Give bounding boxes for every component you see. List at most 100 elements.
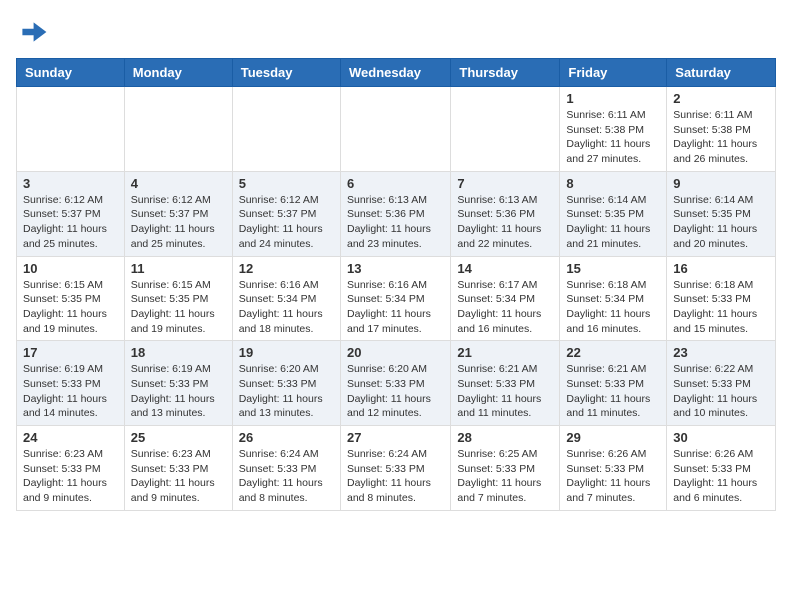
day-number: 14 bbox=[457, 261, 553, 276]
calendar-cell: 17 Sunrise: 6:19 AM Sunset: 5:33 PM Dayli… bbox=[17, 341, 125, 426]
day-info: Sunrise: 6:26 AM Sunset: 5:33 PM Dayligh… bbox=[566, 447, 660, 506]
day-number: 1 bbox=[566, 91, 660, 106]
day-info: Sunrise: 6:19 AM Sunset: 5:33 PM Dayligh… bbox=[131, 362, 226, 421]
day-info: Sunrise: 6:11 AM Sunset: 5:38 PM Dayligh… bbox=[566, 108, 660, 167]
day-number: 28 bbox=[457, 430, 553, 445]
day-info: Sunrise: 6:23 AM Sunset: 5:33 PM Dayligh… bbox=[23, 447, 118, 506]
day-info: Sunrise: 6:26 AM Sunset: 5:33 PM Dayligh… bbox=[673, 447, 769, 506]
calendar-cell: 4 Sunrise: 6:12 AM Sunset: 5:37 PM Daylig… bbox=[124, 171, 232, 256]
calendar-cell bbox=[340, 87, 450, 172]
calendar-header-row: SundayMondayTuesdayWednesdayThursdayFrid… bbox=[17, 59, 776, 87]
day-info: Sunrise: 6:15 AM Sunset: 5:35 PM Dayligh… bbox=[131, 278, 226, 337]
day-number: 3 bbox=[23, 176, 118, 191]
calendar-cell: 19 Sunrise: 6:20 AM Sunset: 5:33 PM Dayli… bbox=[232, 341, 340, 426]
logo bbox=[16, 16, 52, 48]
calendar-week-row: 1 Sunrise: 6:11 AM Sunset: 5:38 PM Daylig… bbox=[17, 87, 776, 172]
calendar-cell: 12 Sunrise: 6:16 AM Sunset: 5:34 PM Dayli… bbox=[232, 256, 340, 341]
day-number: 23 bbox=[673, 345, 769, 360]
day-info: Sunrise: 6:21 AM Sunset: 5:33 PM Dayligh… bbox=[457, 362, 553, 421]
day-info: Sunrise: 6:20 AM Sunset: 5:33 PM Dayligh… bbox=[347, 362, 444, 421]
calendar-cell: 3Sunrise: 6:12 AM Sunset: 5:37 PM Daylig… bbox=[17, 171, 125, 256]
day-info: Sunrise: 6:25 AM Sunset: 5:33 PM Dayligh… bbox=[457, 447, 553, 506]
day-number: 5 bbox=[239, 176, 334, 191]
day-info: Sunrise: 6:18 AM Sunset: 5:33 PM Dayligh… bbox=[673, 278, 769, 337]
calendar-cell: 1 Sunrise: 6:11 AM Sunset: 5:38 PM Daylig… bbox=[560, 87, 667, 172]
day-info: Sunrise: 6:11 AM Sunset: 5:38 PM Dayligh… bbox=[673, 108, 769, 167]
day-info: Sunrise: 6:13 AM Sunset: 5:36 PM Dayligh… bbox=[457, 193, 553, 252]
calendar-cell: 22Sunrise: 6:21 AM Sunset: 5:33 PM Dayli… bbox=[560, 341, 667, 426]
calendar-cell bbox=[451, 87, 560, 172]
calendar-cell: 11 Sunrise: 6:15 AM Sunset: 5:35 PM Dayli… bbox=[124, 256, 232, 341]
day-number: 21 bbox=[457, 345, 553, 360]
calendar-cell bbox=[232, 87, 340, 172]
calendar-cell: 14 Sunrise: 6:17 AM Sunset: 5:34 PM Dayli… bbox=[451, 256, 560, 341]
calendar-cell: 16 Sunrise: 6:18 AM Sunset: 5:33 PM Dayli… bbox=[667, 256, 776, 341]
day-number: 29 bbox=[566, 430, 660, 445]
day-info: Sunrise: 6:24 AM Sunset: 5:33 PM Dayligh… bbox=[239, 447, 334, 506]
day-info: Sunrise: 6:19 AM Sunset: 5:33 PM Dayligh… bbox=[23, 362, 118, 421]
day-number: 22 bbox=[566, 345, 660, 360]
day-number: 11 bbox=[131, 261, 226, 276]
calendar-week-row: 17 Sunrise: 6:19 AM Sunset: 5:33 PM Dayli… bbox=[17, 341, 776, 426]
day-info: Sunrise: 6:24 AM Sunset: 5:33 PM Dayligh… bbox=[347, 447, 444, 506]
day-number: 24 bbox=[23, 430, 118, 445]
calendar-cell: 13 Sunrise: 6:16 AM Sunset: 5:34 PM Dayli… bbox=[340, 256, 450, 341]
day-info: Sunrise: 6:16 AM Sunset: 5:34 PM Dayligh… bbox=[347, 278, 444, 337]
day-number: 2 bbox=[673, 91, 769, 106]
calendar-cell: 7Sunrise: 6:13 AM Sunset: 5:36 PM Daylig… bbox=[451, 171, 560, 256]
day-number: 6 bbox=[347, 176, 444, 191]
day-info: Sunrise: 6:23 AM Sunset: 5:33 PM Dayligh… bbox=[131, 447, 226, 506]
calendar-cell: 28 Sunrise: 6:25 AM Sunset: 5:33 PM Dayli… bbox=[451, 426, 560, 511]
weekday-header: Monday bbox=[124, 59, 232, 87]
weekday-header: Saturday bbox=[667, 59, 776, 87]
day-number: 26 bbox=[239, 430, 334, 445]
day-number: 27 bbox=[347, 430, 444, 445]
calendar-cell: 9Sunrise: 6:14 AM Sunset: 5:35 PM Daylig… bbox=[667, 171, 776, 256]
calendar-cell: 8Sunrise: 6:14 AM Sunset: 5:35 PM Daylig… bbox=[560, 171, 667, 256]
day-number: 17 bbox=[23, 345, 118, 360]
calendar-cell: 20 Sunrise: 6:20 AM Sunset: 5:33 PM Dayli… bbox=[340, 341, 450, 426]
calendar-cell: 2 Sunrise: 6:11 AM Sunset: 5:38 PM Daylig… bbox=[667, 87, 776, 172]
day-info: Sunrise: 6:22 AM Sunset: 5:33 PM Dayligh… bbox=[673, 362, 769, 421]
calendar-week-row: 3 Sunrise: 6:12 AM Sunset: 5:37 PM Daylig… bbox=[17, 171, 776, 256]
calendar-cell: 29 Sunrise: 6:26 AM Sunset: 5:33 PM Dayli… bbox=[560, 426, 667, 511]
day-number: 19 bbox=[239, 345, 334, 360]
weekday-header: Thursday bbox=[451, 59, 560, 87]
day-number: 30 bbox=[673, 430, 769, 445]
weekday-header: Friday bbox=[560, 59, 667, 87]
day-number: 4 bbox=[131, 176, 226, 191]
day-info: Sunrise: 6:17 AM Sunset: 5:34 PM Dayligh… bbox=[457, 278, 553, 337]
day-number: 20 bbox=[347, 345, 444, 360]
day-info: Sunrise: 6:15 AM Sunset: 5:35 PM Dayligh… bbox=[23, 278, 118, 337]
calendar-cell: 5 Sunrise: 6:12 AM Sunset: 5:37 PM Daylig… bbox=[232, 171, 340, 256]
day-number: 9 bbox=[673, 176, 769, 191]
day-number: 8 bbox=[566, 176, 660, 191]
calendar-cell: 6 Sunrise: 6:13 AM Sunset: 5:36 PM Daylig… bbox=[340, 171, 450, 256]
calendar-cell: 10 Sunrise: 6:15 AM Sunset: 5:35 PM Dayli… bbox=[17, 256, 125, 341]
weekday-header: Sunday bbox=[17, 59, 125, 87]
day-info: Sunrise: 6:12 AM Sunset: 5:37 PM Dayligh… bbox=[239, 193, 334, 252]
day-number: 12 bbox=[239, 261, 334, 276]
calendar-week-row: 10 Sunrise: 6:15 AM Sunset: 5:35 PM Dayli… bbox=[17, 256, 776, 341]
weekday-header: Wednesday bbox=[340, 59, 450, 87]
day-info: Sunrise: 6:13 AM Sunset: 5:36 PM Dayligh… bbox=[347, 193, 444, 252]
day-number: 16 bbox=[673, 261, 769, 276]
day-number: 10 bbox=[23, 261, 118, 276]
weekday-header: Tuesday bbox=[232, 59, 340, 87]
calendar-cell: 24 Sunrise: 6:23 AM Sunset: 5:33 PM Dayli… bbox=[17, 426, 125, 511]
day-info: Sunrise: 6:16 AM Sunset: 5:34 PM Dayligh… bbox=[239, 278, 334, 337]
day-number: 18 bbox=[131, 345, 226, 360]
day-info: Sunrise: 6:12 AM Sunset: 5:37 PM Dayligh… bbox=[131, 193, 226, 252]
calendar-cell bbox=[124, 87, 232, 172]
day-info: Sunrise: 6:20 AM Sunset: 5:33 PM Dayligh… bbox=[239, 362, 334, 421]
day-info: Sunrise: 6:18 AM Sunset: 5:34 PM Dayligh… bbox=[566, 278, 660, 337]
calendar-cell: 25Sunrise: 6:23 AM Sunset: 5:33 PM Dayli… bbox=[124, 426, 232, 511]
day-number: 15 bbox=[566, 261, 660, 276]
calendar-cell: 30 Sunrise: 6:26 AM Sunset: 5:33 PM Dayli… bbox=[667, 426, 776, 511]
page-header bbox=[16, 16, 776, 48]
day-number: 13 bbox=[347, 261, 444, 276]
calendar-table: SundayMondayTuesdayWednesdayThursdayFrid… bbox=[16, 58, 776, 511]
calendar-cell: 21 Sunrise: 6:21 AM Sunset: 5:33 PM Dayli… bbox=[451, 341, 560, 426]
calendar-cell: 23 Sunrise: 6:22 AM Sunset: 5:33 PM Dayli… bbox=[667, 341, 776, 426]
calendar-cell bbox=[17, 87, 125, 172]
